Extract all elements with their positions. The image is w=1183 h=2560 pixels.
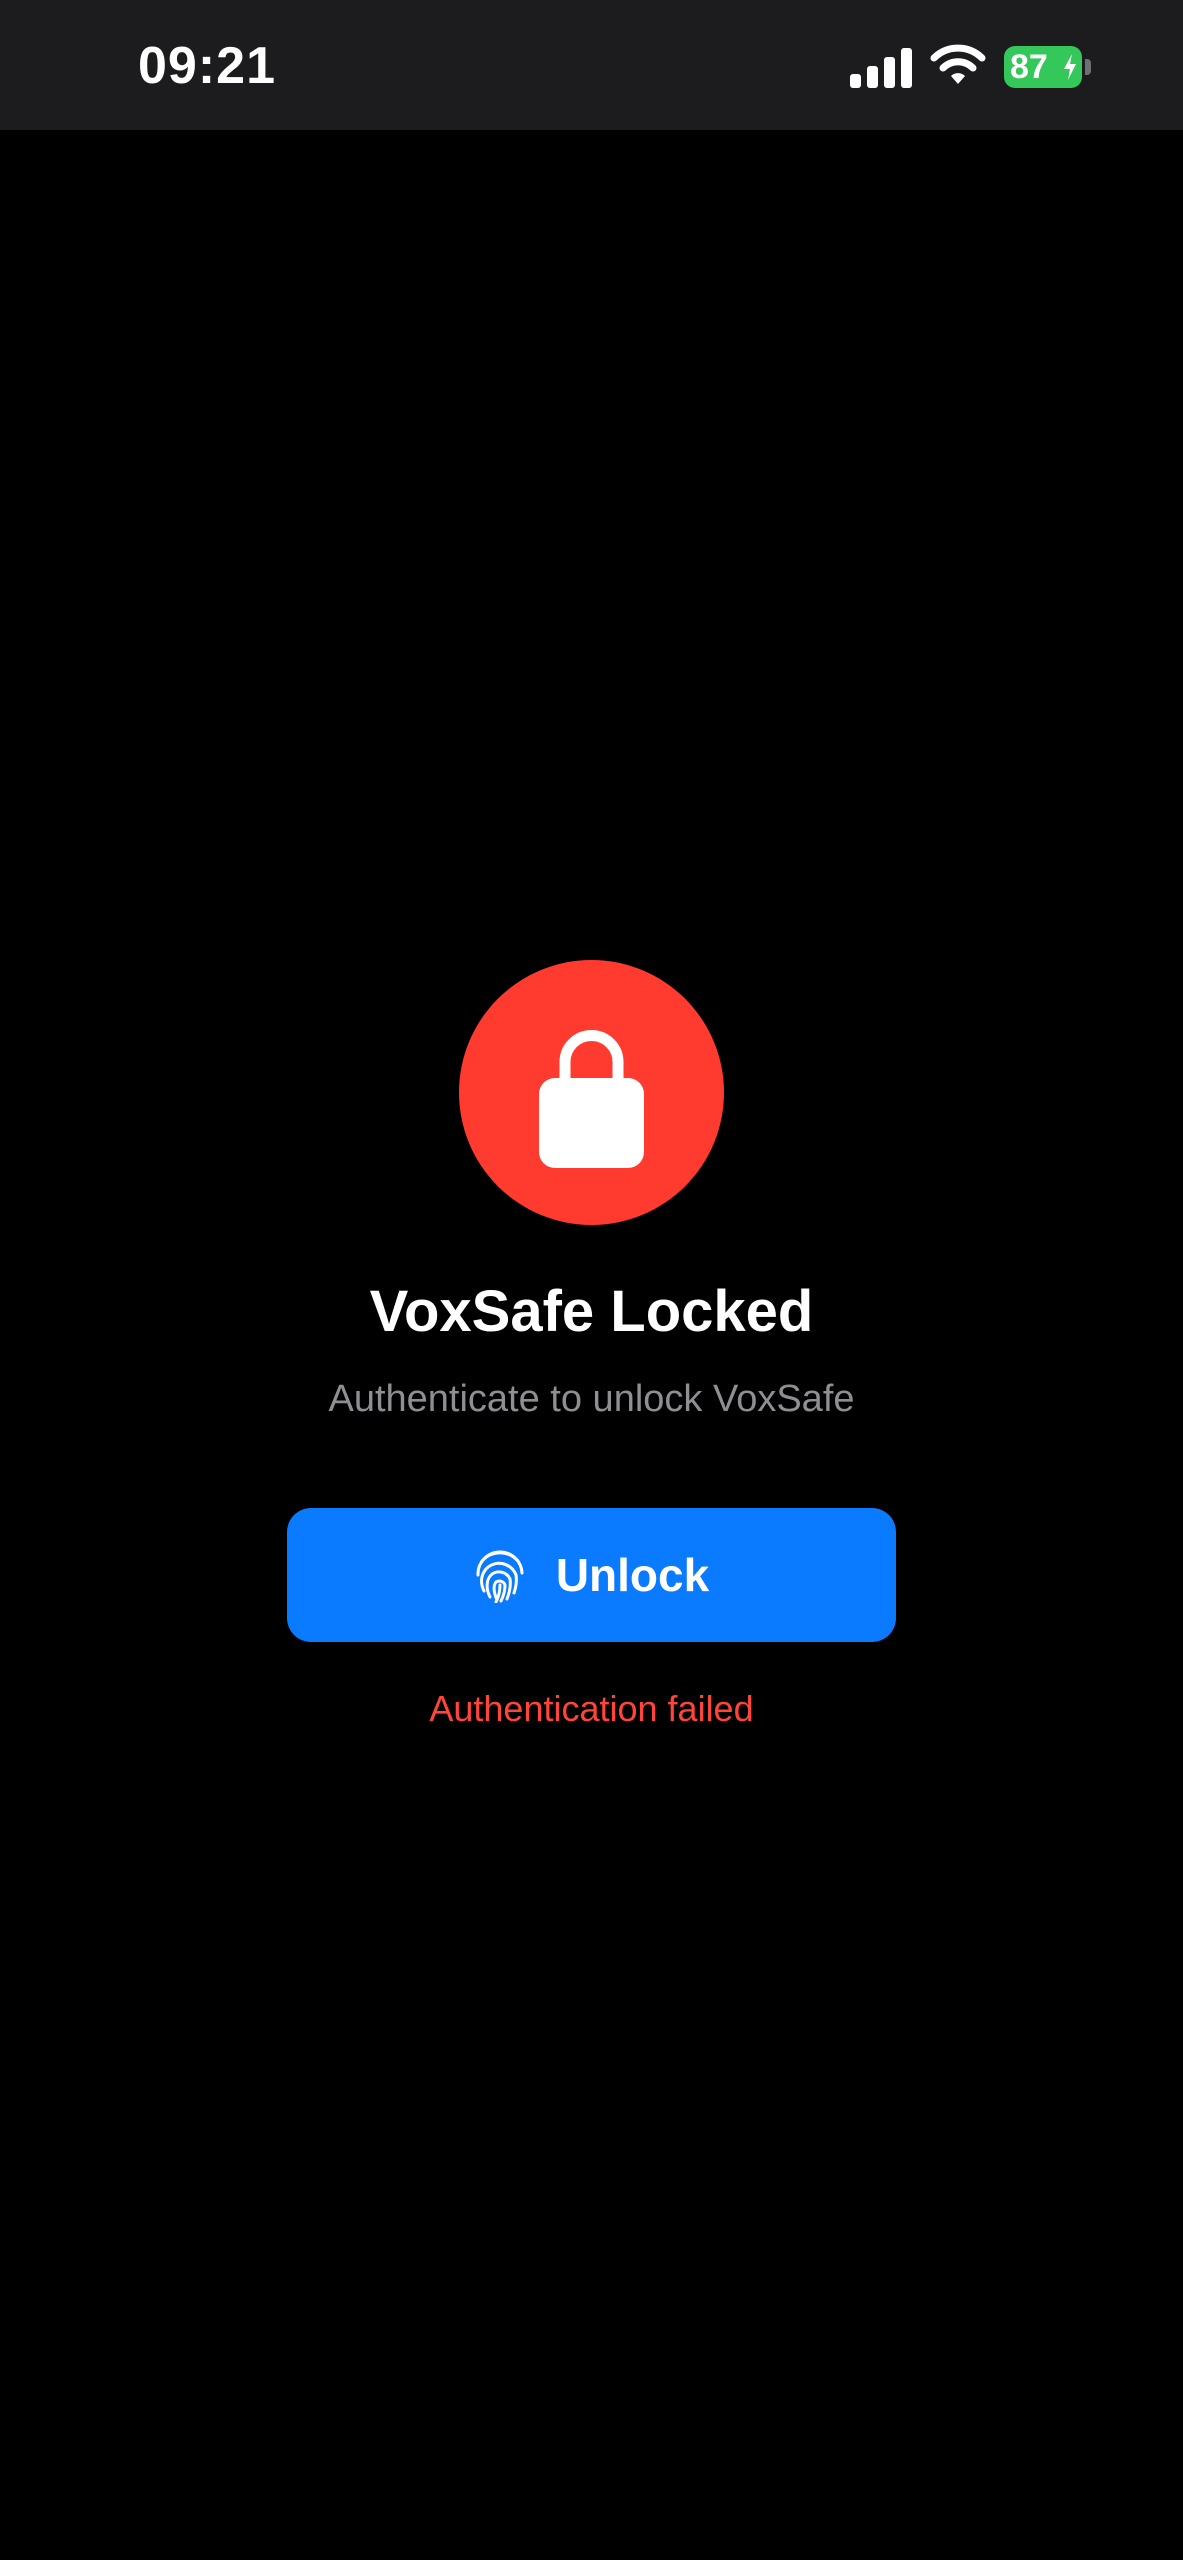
charging-bolt-icon — [1064, 54, 1076, 80]
status-bar: 09:21 87 — [0, 0, 1183, 130]
status-time: 09:21 — [138, 37, 276, 95]
page-title: VoxSafe Locked — [369, 1279, 814, 1344]
battery-indicator: 87 — [1004, 46, 1092, 88]
signal-icon — [850, 48, 912, 88]
lock-badge — [459, 960, 724, 1225]
subtitle: Authenticate to unlock VoxSafe — [328, 1378, 855, 1420]
wifi-icon — [930, 44, 986, 84]
lock-icon — [539, 1030, 644, 1168]
battery-cap — [1085, 59, 1091, 75]
battery-level: 87 — [1010, 48, 1048, 86]
unlock-button[interactable]: Unlock — [287, 1508, 896, 1642]
error-message: Authentication failed — [429, 1688, 754, 1729]
fingerprint-icon — [476, 1550, 524, 1603]
unlock-button-label: Unlock — [555, 1549, 710, 1601]
